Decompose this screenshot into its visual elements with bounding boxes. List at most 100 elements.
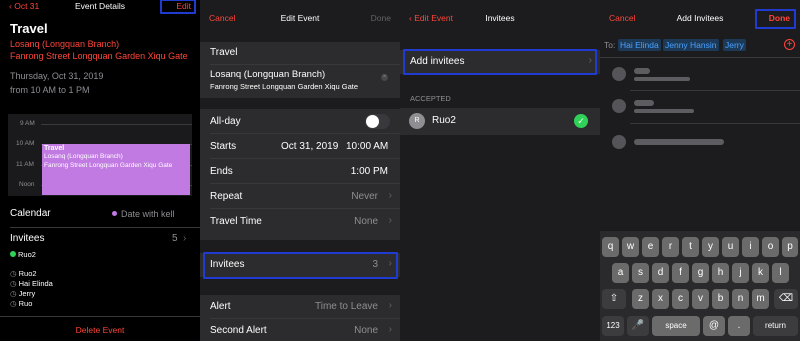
add-contact-icon[interactable]: + [784,39,795,50]
space-key[interactable]: space [652,316,700,336]
dot-key[interactable]: . [728,316,750,336]
done-button[interactable]: Done [371,13,391,23]
key-s[interactable]: s [632,263,649,283]
avatar: R [409,113,425,129]
keyboard: q w e r t y u i o p a s d f g h j k l ⇧ … [600,231,800,341]
invitees-count: 5 [172,233,178,244]
invitee-name: Ruo2 [18,269,37,278]
clear-icon[interactable]: × [381,74,388,81]
recipient-token[interactable]: Jenny Hansin [663,39,719,51]
ends-time[interactable]: 1:00 PM [351,166,388,177]
divider [210,208,400,209]
key-x[interactable]: x [652,289,669,309]
repeat-value: Never [351,191,378,202]
key-v[interactable]: v [692,289,709,309]
invitee-name: Ruo2 [18,250,36,259]
date-group: All-day Starts Oct 31, 2019 10:00 AM End… [200,109,400,240]
day-timeline: 9 AM 10 AM 11 AM Noon Travel Losanq (Lon… [8,114,192,196]
alert-value: Time to Leave [315,301,378,312]
suggestion-row[interactable] [600,128,800,156]
key-r[interactable]: r [662,237,679,257]
event-details-panel: ‹ Oct 31 Event Details Edit Travel Losan… [0,0,200,341]
microphone-key[interactable]: 🎤 [627,316,649,336]
key-y[interactable]: y [702,237,719,257]
at-key[interactable]: @ [703,316,725,336]
calendar-color-dot [112,211,117,216]
invitee-row[interactable]: R Ruo2 ✓ [400,108,600,135]
key-w[interactable]: w [622,237,639,257]
suggestion-row[interactable] [600,60,800,88]
numbers-key[interactable]: 123 [602,316,624,336]
shift-key[interactable]: ⇧ [602,289,626,309]
calendar-label: Calendar [10,208,51,219]
title-field[interactable]: Travel [210,47,237,58]
allday-label: All-day [210,116,241,127]
key-n[interactable]: n [732,289,749,309]
key-e[interactable]: e [642,237,659,257]
divider [600,57,800,58]
backspace-key[interactable]: ⌫ [774,289,798,309]
second-alert-label[interactable]: Second Alert [210,325,267,336]
to-label: To: [604,40,616,50]
starts-date[interactable]: Oct 31, 2019 [281,141,338,152]
key-c[interactable]: c [672,289,689,309]
divider [210,158,400,159]
key-o[interactable]: o [762,237,779,257]
second-alert-value: None [354,325,378,336]
key-a[interactable]: a [612,263,629,283]
event-title: Travel [10,21,48,36]
hour-label: 10 AM [16,140,35,147]
key-k[interactable]: k [752,263,769,283]
key-g[interactable]: g [692,263,709,283]
key-q[interactable]: q [602,237,619,257]
hour-label: 11 AM [16,161,34,168]
recipient-token[interactable]: Hai Elinda [618,39,661,51]
clock-icon: ◷ [10,299,17,308]
return-key[interactable]: return [753,316,798,336]
invitees-row[interactable]: Invitees 5 › [0,228,200,250]
key-t[interactable]: t [682,237,699,257]
key-f[interactable]: f [672,263,689,283]
calendar-value: Date with kell [121,209,175,219]
chevron-right-icon: › [388,190,392,201]
checkmark-icon: ✓ [574,114,588,128]
to-field[interactable]: To: Hai Elinda Jenny Hansin Jerry + [600,34,800,56]
key-z[interactable]: z [632,289,649,309]
blurred-text [634,109,694,113]
nav-bar: ‹ Edit Event Invitees [400,12,600,26]
location-line2[interactable]: Fanrong Street Longquan Garden Xiqu Gate [10,51,188,61]
key-l[interactable]: l [772,263,789,283]
key-h[interactable]: h [712,263,729,283]
starts-time[interactable]: 10:00 AM [346,141,388,152]
event-date: Thursday, Oct 31, 2019 [10,71,104,81]
event-block-loc2: Fanrong Street Longquan Garden Xiqu Gate [44,162,173,169]
blurred-text [634,100,654,106]
calendar-row[interactable]: Calendar Date with kell [0,201,200,227]
key-m[interactable]: m [752,289,769,309]
event-block[interactable]: Travel Losanq (Longquan Branch) Fanrong … [42,144,190,195]
location-field[interactable]: Losanq (Longquan Branch) [210,69,325,80]
toggle-knob [366,115,379,128]
key-j[interactable]: j [732,263,749,283]
add-invitees-panel: Cancel Add Invitees Done To: Hai Elinda … [600,0,800,341]
alert-label[interactable]: Alert [210,301,231,312]
divider [0,316,200,317]
allday-toggle[interactable] [365,114,390,129]
suggestion-row[interactable] [600,92,800,120]
nav-title: Invitees [485,13,515,23]
location-line1[interactable]: Losanq (Longquan Branch) [10,39,119,49]
key-p[interactable]: p [782,237,798,257]
recipient-token[interactable]: Jerry [723,39,746,51]
key-u[interactable]: u [722,237,739,257]
add-invitees-highlight [403,49,597,75]
delete-event-button[interactable]: Delete Event [0,325,200,335]
key-b[interactable]: b [712,289,729,309]
travel-time-label[interactable]: Travel Time [210,216,262,227]
invitee-name: Ruo2 [432,115,456,126]
repeat-label[interactable]: Repeat [210,191,242,202]
avatar [612,135,626,149]
edit-event-panel: Cancel Edit Event Done Travel Losanq (Lo… [200,0,400,341]
key-d[interactable]: d [652,263,669,283]
key-i[interactable]: i [742,237,759,257]
chevron-right-icon: › [388,300,392,311]
